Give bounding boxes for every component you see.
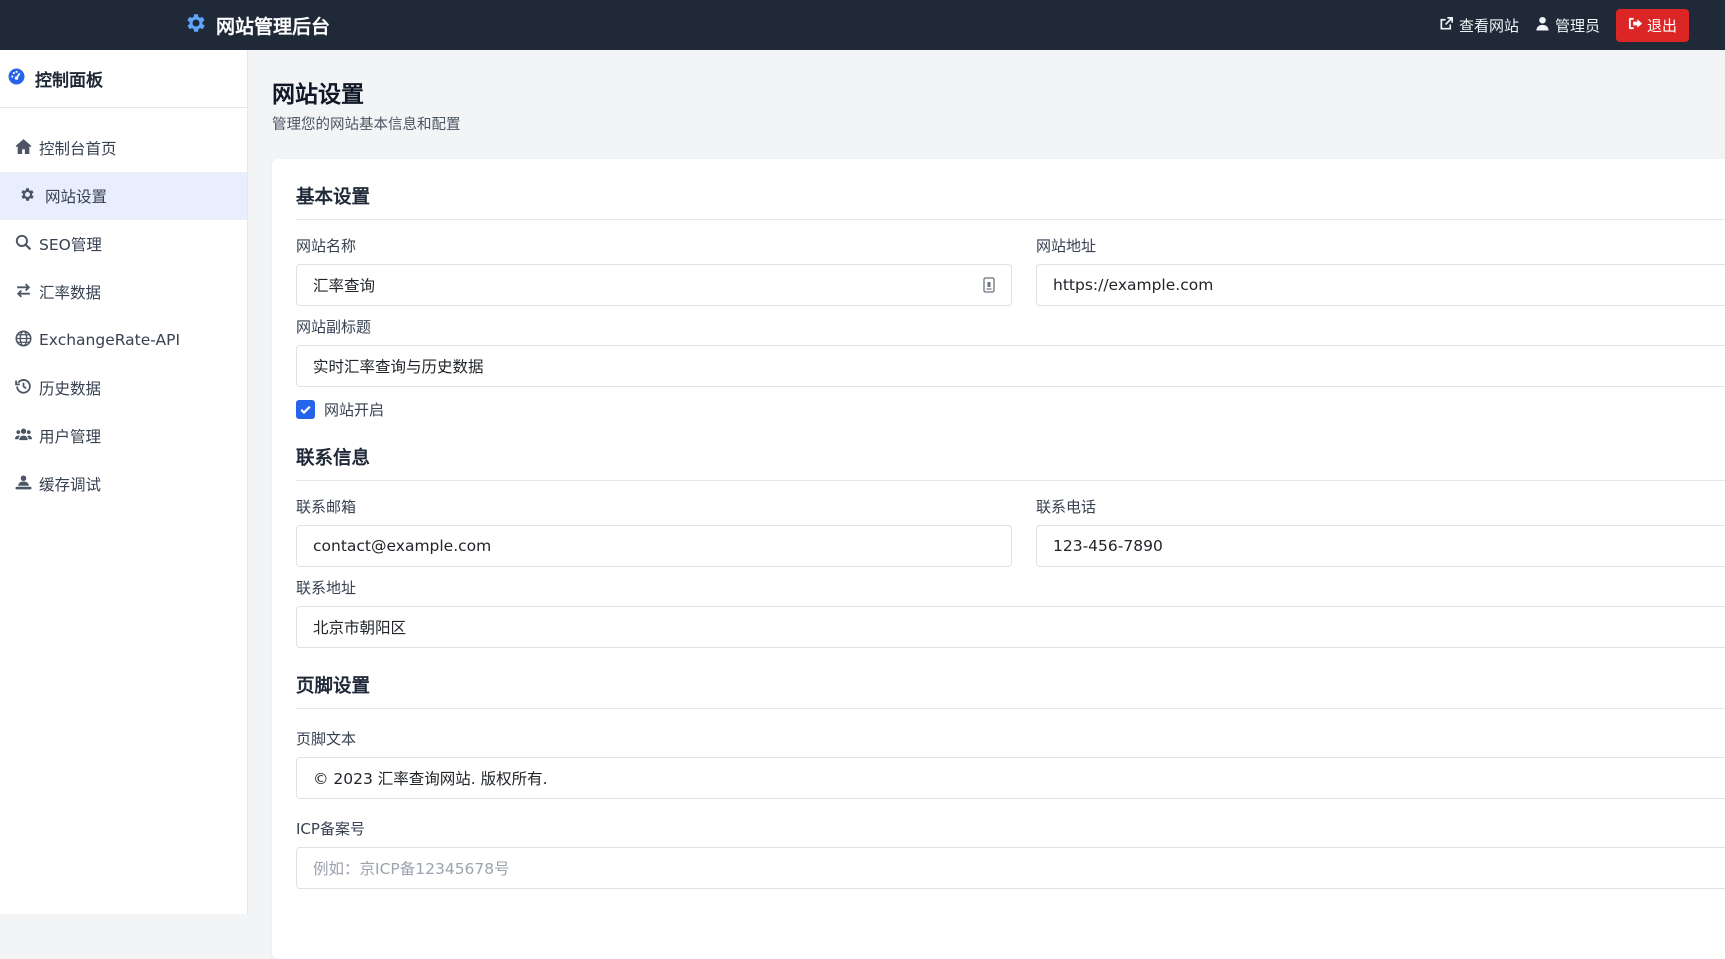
site-subtitle-value: 实时汇率查询与历史数据	[313, 358, 484, 376]
autofill-icon[interactable]	[983, 277, 995, 293]
site-subtitle-input[interactable]: 实时汇率查询与历史数据	[296, 345, 1725, 387]
contact-email-value: contact@example.com	[313, 537, 492, 555]
sidebar-item-label: SEO管理	[39, 236, 102, 254]
check-icon	[300, 405, 311, 414]
icp-field: ICP备案号 例如：京ICP备12345678号	[296, 819, 1725, 889]
gear-icon	[184, 11, 208, 40]
users-icon	[15, 426, 32, 447]
sidebar-item-label: 历史数据	[39, 380, 102, 398]
site-url-value: https://example.com	[1053, 276, 1214, 294]
footer-text-field: 页脚文本 © 2023 汇率查询网站. 版权所有.	[296, 729, 1725, 799]
contact-phone-label: 联系电话	[1036, 498, 1097, 516]
sidebar-item-history[interactable]: 历史数据	[0, 364, 247, 412]
admin-menu[interactable]: 管理员	[1535, 15, 1600, 36]
contact-address-label: 联系地址	[296, 579, 357, 597]
logout-button[interactable]: 退出	[1615, 8, 1689, 42]
sidebar-item-label: ExchangeRate-API	[39, 331, 181, 349]
top-navbar: 网站管理后台 查看网站 管理员 退出	[0, 0, 1725, 50]
sidebar-item-cache-debug[interactable]: 缓存调试	[0, 460, 247, 508]
contact-address-field: 联系地址 北京市朝阳区	[296, 578, 1725, 648]
sidebar-item-seo[interactable]: SEO管理	[0, 220, 247, 268]
sidebar-item-home[interactable]: 控制台首页	[0, 124, 247, 172]
sidebar-item-label: 缓存调试	[39, 476, 102, 494]
sidebar: 控制面板 控制台首页 网站设置 SEO管理 汇率数据 ExchangeRate-…	[0, 50, 248, 914]
site-name-label: 网站名称	[296, 237, 357, 255]
exchange-icon	[15, 282, 32, 303]
sidebar-item-exchange-rates[interactable]: 汇率数据	[0, 268, 247, 316]
user-icon	[1535, 16, 1550, 35]
dashboard-icon	[8, 68, 25, 90]
sidebar-item-label: 汇率数据	[39, 284, 102, 302]
history-icon	[15, 378, 32, 399]
section-title-footer: 页脚设置	[296, 672, 1725, 709]
search-icon	[15, 234, 32, 255]
sidebar-header-label: 控制面板	[35, 71, 103, 91]
sidebar-item-label: 网站设置	[45, 188, 108, 206]
footer-text-input[interactable]: © 2023 汇率查询网站. 版权所有.	[296, 757, 1725, 799]
icp-placeholder: 例如：京ICP备12345678号	[313, 860, 510, 878]
admin-label: 管理员	[1554, 16, 1600, 35]
view-site-link[interactable]: 查看网站	[1439, 15, 1519, 36]
contact-email-field: 联系邮箱 contact@example.com	[296, 497, 1012, 567]
site-url-label: 网站地址	[1036, 237, 1097, 255]
site-open-checkbox[interactable]	[296, 399, 315, 419]
contact-address-value: 北京市朝阳区	[313, 619, 407, 637]
contact-email-input[interactable]: contact@example.com	[296, 525, 1012, 567]
contact-phone-value: 123-456-7890	[1053, 537, 1163, 555]
contact-phone-field: 联系电话 123-456-7890	[1036, 497, 1725, 567]
page-subtitle: 管理您的网站基本信息和配置	[272, 117, 461, 133]
view-site-label: 查看网站	[1458, 16, 1519, 35]
sidebar-item-exchangerate-api[interactable]: ExchangeRate-API	[0, 316, 247, 364]
sidebar-item-users[interactable]: 用户管理	[0, 412, 247, 460]
site-name-input[interactable]: 汇率查询	[296, 264, 1012, 306]
footer-text-label: 页脚文本	[296, 730, 357, 748]
brand-title: 网站管理后台	[216, 15, 331, 38]
section-title-basic: 基本设置	[296, 183, 1725, 220]
site-url-input[interactable]: https://example.com	[1036, 264, 1725, 306]
brand[interactable]: 网站管理后台	[184, 10, 330, 40]
settings-card: 基本设置 网站名称 汇率查询 网站地址 https://example.com …	[272, 159, 1725, 959]
section-title-contact: 联系信息	[296, 444, 1725, 481]
main-content: 网站设置 管理您的网站基本信息和配置 基本设置 网站名称 汇率查询 网站地址 h…	[248, 50, 1725, 959]
site-name-field: 网站名称 汇率查询	[296, 236, 1012, 306]
sidebar-item-site-settings[interactable]: 网站设置	[0, 172, 247, 220]
globe-icon	[15, 329, 32, 351]
external-link-icon	[1439, 16, 1454, 35]
contact-email-label: 联系邮箱	[296, 498, 357, 516]
sidebar-item-label: 用户管理	[39, 428, 102, 446]
sidebar-nav: 控制台首页 网站设置 SEO管理 汇率数据 ExchangeRate-API 历…	[0, 124, 247, 508]
page-title: 网站设置	[272, 82, 364, 108]
site-name-value: 汇率查询	[313, 277, 376, 295]
home-icon	[15, 138, 32, 159]
site-url-field: 网站地址 https://example.com	[1036, 236, 1725, 306]
logout-label: 退出	[1646, 16, 1677, 35]
sidebar-item-label: 控制台首页	[39, 140, 117, 158]
site-subtitle-label: 网站副标题	[296, 318, 372, 336]
gear-icon	[19, 186, 36, 207]
footer-text-value: © 2023 汇率查询网站. 版权所有.	[313, 770, 548, 788]
site-subtitle-field: 网站副标题 实时汇率查询与历史数据	[296, 317, 1725, 387]
contact-phone-input[interactable]: 123-456-7890	[1036, 525, 1725, 567]
sign-out-icon	[1628, 16, 1643, 35]
debug-icon	[15, 474, 32, 495]
icp-input[interactable]: 例如：京ICP备12345678号	[296, 847, 1725, 889]
icp-label: ICP备案号	[296, 820, 365, 838]
contact-address-input[interactable]: 北京市朝阳区	[296, 606, 1725, 648]
sidebar-header: 控制面板	[0, 50, 247, 108]
site-open-toggle[interactable]: 网站开启	[296, 398, 1725, 420]
site-open-label: 网站开启	[324, 400, 385, 419]
